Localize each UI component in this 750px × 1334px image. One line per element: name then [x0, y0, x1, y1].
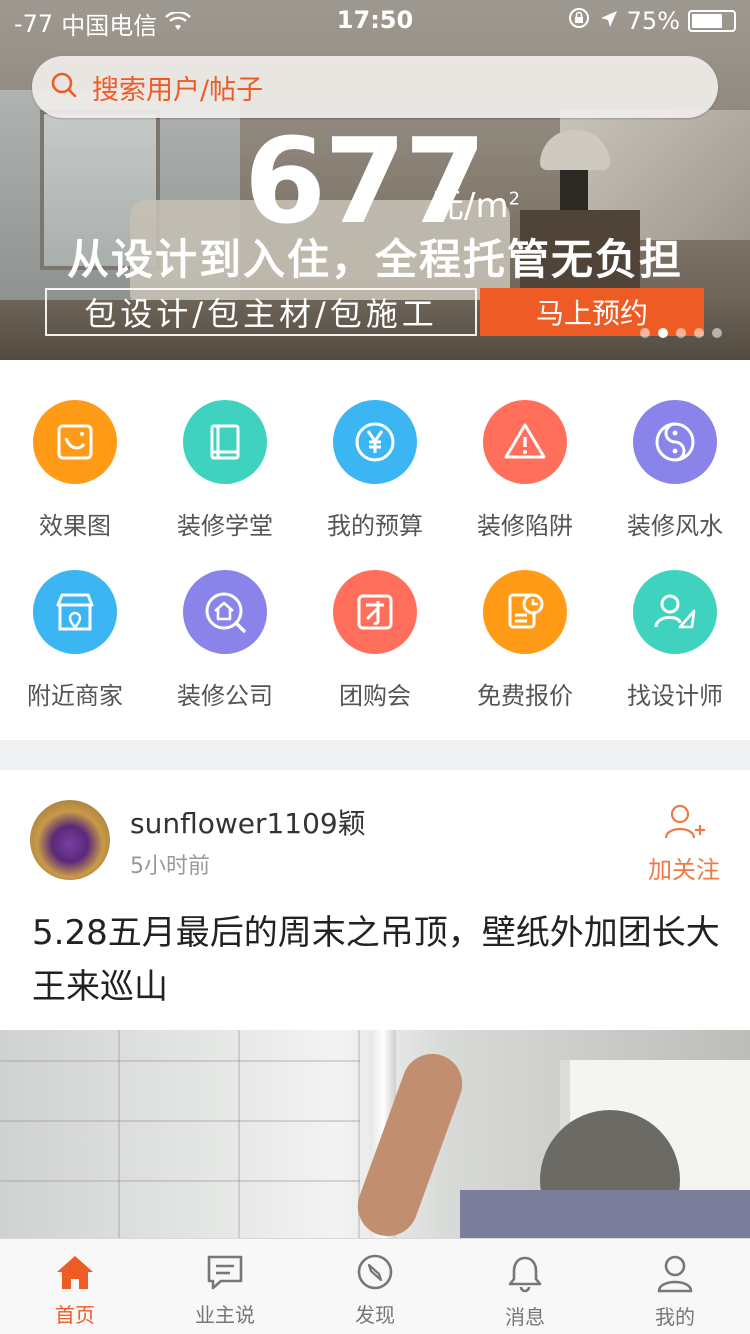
grid-item-label: 找设计师	[627, 682, 723, 710]
bell-icon	[505, 1253, 545, 1297]
tab-label: 消息	[505, 1305, 545, 1329]
tab-5[interactable]: 我的	[600, 1239, 750, 1334]
carousel-dot[interactable]	[676, 328, 686, 338]
tab-label: 发现	[355, 1303, 395, 1327]
grid-item-2[interactable]: 装修学堂	[150, 400, 300, 570]
post-title[interactable]: 5.28五月最后的周末之吊顶，壁纸外加团长大王来巡山	[32, 906, 722, 1014]
tab-3[interactable]: 发现	[300, 1239, 450, 1334]
user-icon	[655, 1253, 695, 1297]
designer-icon	[633, 570, 717, 654]
promo-unit: 元/m2	[430, 186, 521, 226]
tab-label: 我的	[655, 1305, 695, 1329]
house-search-icon	[183, 570, 267, 654]
tab-2[interactable]: 业主说	[150, 1239, 300, 1334]
grid-item-10[interactable]: 找设计师	[600, 570, 750, 740]
promo-banner[interactable]: -77 中国电信 17:50 75% 搜索用户/帖子 677 元/m2 从设计到…	[0, 0, 750, 360]
grid-item-label: 团购会	[339, 682, 411, 710]
grid-item-label: 效果图	[39, 512, 111, 540]
shop-icon	[33, 570, 117, 654]
warning-icon	[483, 400, 567, 484]
status-bar: -77 中国电信 17:50 75%	[0, 0, 750, 40]
grid-item-label: 装修风水	[627, 512, 723, 540]
grid-item-label: 装修陷阱	[477, 512, 573, 540]
location-icon	[599, 7, 619, 35]
section-divider	[0, 740, 750, 770]
yen-icon	[333, 400, 417, 484]
image-frame-icon	[33, 400, 117, 484]
grid-item-label: 我的预算	[327, 512, 423, 540]
home-icon	[55, 1253, 95, 1295]
grid-item-label: 装修公司	[177, 682, 273, 710]
grid-item-5[interactable]: 装修风水	[600, 400, 750, 570]
chat-icon	[205, 1253, 245, 1295]
search-bar[interactable]: 搜索用户/帖子	[32, 56, 718, 118]
book-icon	[183, 400, 267, 484]
grid-item-4[interactable]: 装修陷阱	[450, 400, 600, 570]
grid-item-6[interactable]: 附近商家	[0, 570, 150, 740]
battery-icon	[688, 10, 736, 32]
grid-item-8[interactable]: 团购会	[300, 570, 450, 740]
post-time: 5小时前	[130, 854, 210, 879]
follow-button[interactable]: 加关注	[644, 800, 724, 885]
rotation-lock-icon	[567, 6, 591, 36]
yin-yang-icon	[633, 400, 717, 484]
grid-item-1[interactable]: 效果图	[0, 400, 150, 570]
tab-4[interactable]: 消息	[450, 1239, 600, 1334]
grid-item-9[interactable]: 免费报价	[450, 570, 600, 740]
promo-features: 包设计/包主材/包施工	[45, 288, 477, 336]
grid-item-3[interactable]: 我的预算	[300, 400, 450, 570]
tab-label: 业主说	[195, 1303, 255, 1327]
avatar[interactable]	[30, 800, 110, 880]
grid-item-label: 装修学堂	[177, 512, 273, 540]
search-placeholder[interactable]: 搜索用户/帖子	[92, 68, 263, 107]
grid-item-label: 免费报价	[477, 682, 573, 710]
add-user-icon	[662, 800, 706, 850]
post-image[interactable]	[0, 1030, 750, 1240]
carousel-dots[interactable]	[640, 328, 722, 338]
compass-icon	[355, 1253, 395, 1295]
app-screen: -77 中国电信 17:50 75% 搜索用户/帖子 677 元/m2 从设计到…	[0, 0, 750, 1334]
battery-percent: 75%	[626, 7, 680, 35]
carousel-dot[interactable]	[658, 328, 668, 338]
group-buy-icon	[333, 570, 417, 654]
post-username[interactable]: sunflower1109颖	[130, 802, 366, 842]
carousel-dot[interactable]	[712, 328, 722, 338]
grid-item-label: 附近商家	[27, 682, 123, 710]
grid-item-7[interactable]: 装修公司	[150, 570, 300, 740]
quote-clock-icon	[483, 570, 567, 654]
tab-label: 首页	[55, 1303, 95, 1327]
carousel-dot[interactable]	[694, 328, 704, 338]
tab-1[interactable]: 首页	[0, 1239, 150, 1334]
tab-bar: 首页 业主说 发现 消息 我的	[0, 1238, 750, 1334]
promo-slogan: 从设计到入住，全程托管无负担	[66, 235, 683, 284]
search-icon	[50, 71, 78, 103]
follow-label: 加关注	[648, 856, 720, 884]
carousel-dot[interactable]	[640, 328, 650, 338]
category-grid: 效果图 装修学堂 我的预算 装修陷阱 装修风水附近商家 装修公司 团购会 免费报价 找设计师	[0, 360, 750, 740]
